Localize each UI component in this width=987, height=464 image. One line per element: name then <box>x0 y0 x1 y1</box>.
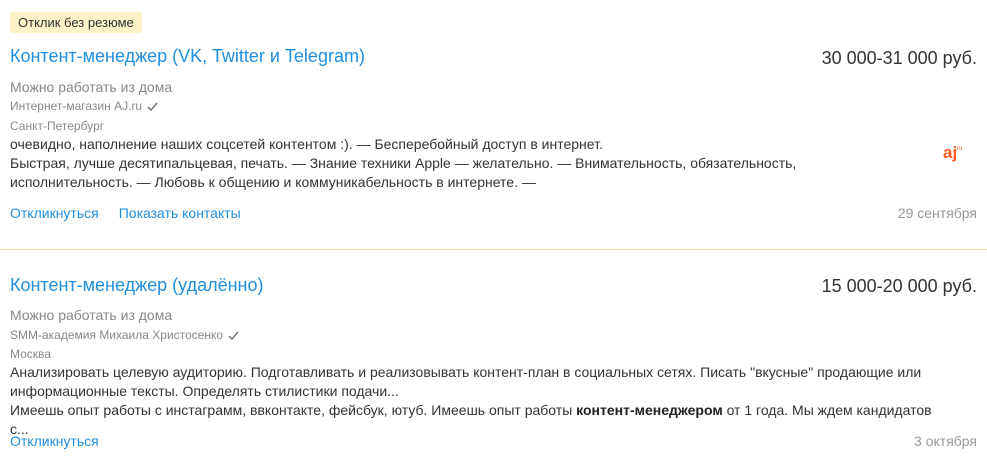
publish-date: 29 сентября <box>897 205 977 221</box>
vacancy-card: Контент-менеджер (удалённо) 15 000-20 00… <box>0 250 987 464</box>
vacancy-title-link[interactable]: Контент-менеджер (VK, Twitter и Telegram… <box>10 46 365 67</box>
vacancy-actions: Откликнуться Показать контакты <box>10 205 241 221</box>
city: Москва <box>10 347 51 361</box>
company-name[interactable]: SMM-академия Михаила Христосенко <box>10 328 223 342</box>
publish-date: 3 октября <box>914 433 977 449</box>
verified-check-icon <box>228 331 239 340</box>
remote-work-label: Можно работать из дома <box>10 307 173 323</box>
vacancy-card: Отклик без резюме Контент-менеджер (VK, … <box>0 0 987 249</box>
company-name[interactable]: Интернет-магазин AJ.ru <box>10 99 142 113</box>
vacancy-description: Анализировать целевую аудиторию. Подгота… <box>10 363 940 439</box>
no-resume-badge: Отклик без резюме <box>10 12 142 33</box>
aj-ru-logo-icon[interactable]: aj ru <box>943 140 967 164</box>
vacancy-description: очевидно, наполнение наших соцсетей конт… <box>10 135 940 192</box>
show-contacts-link[interactable]: Показать контакты <box>119 205 241 221</box>
description-line: очевидно, наполнение наших соцсетей конт… <box>10 136 603 152</box>
verified-check-icon <box>147 102 158 111</box>
respond-link[interactable]: Откликнуться <box>10 433 99 449</box>
salary: 15 000-20 000 руб. <box>821 276 977 296</box>
city: Санкт-Петербург <box>10 119 105 133</box>
svg-text:ru: ru <box>957 146 962 152</box>
description-line: Имеешь опыт работы с инстаграмм, ввконта… <box>10 401 940 439</box>
description-line: Быстрая, лучше десятипальцевая, печать. … <box>10 155 797 190</box>
company-info: Интернет-магазин AJ.ru <box>10 99 159 113</box>
highlighted-term: контент-менеджером <box>576 402 723 418</box>
svg-text:aj: aj <box>943 143 957 162</box>
company-info: SMM-академия Михаила Христосенко <box>10 328 240 342</box>
respond-link[interactable]: Откликнуться <box>10 205 99 221</box>
salary: 30 000-31 000 руб. <box>821 48 977 68</box>
description-text: Имеешь опыт работы с инстаграмм, ввконта… <box>10 402 577 418</box>
remote-work-label: Можно работать из дома <box>10 79 173 95</box>
description-line: Анализировать целевую аудиторию. Подгота… <box>10 364 922 399</box>
vacancy-title-link[interactable]: Контент-менеджер (удалённо) <box>10 275 264 296</box>
vacancy-actions: Откликнуться <box>10 433 99 449</box>
